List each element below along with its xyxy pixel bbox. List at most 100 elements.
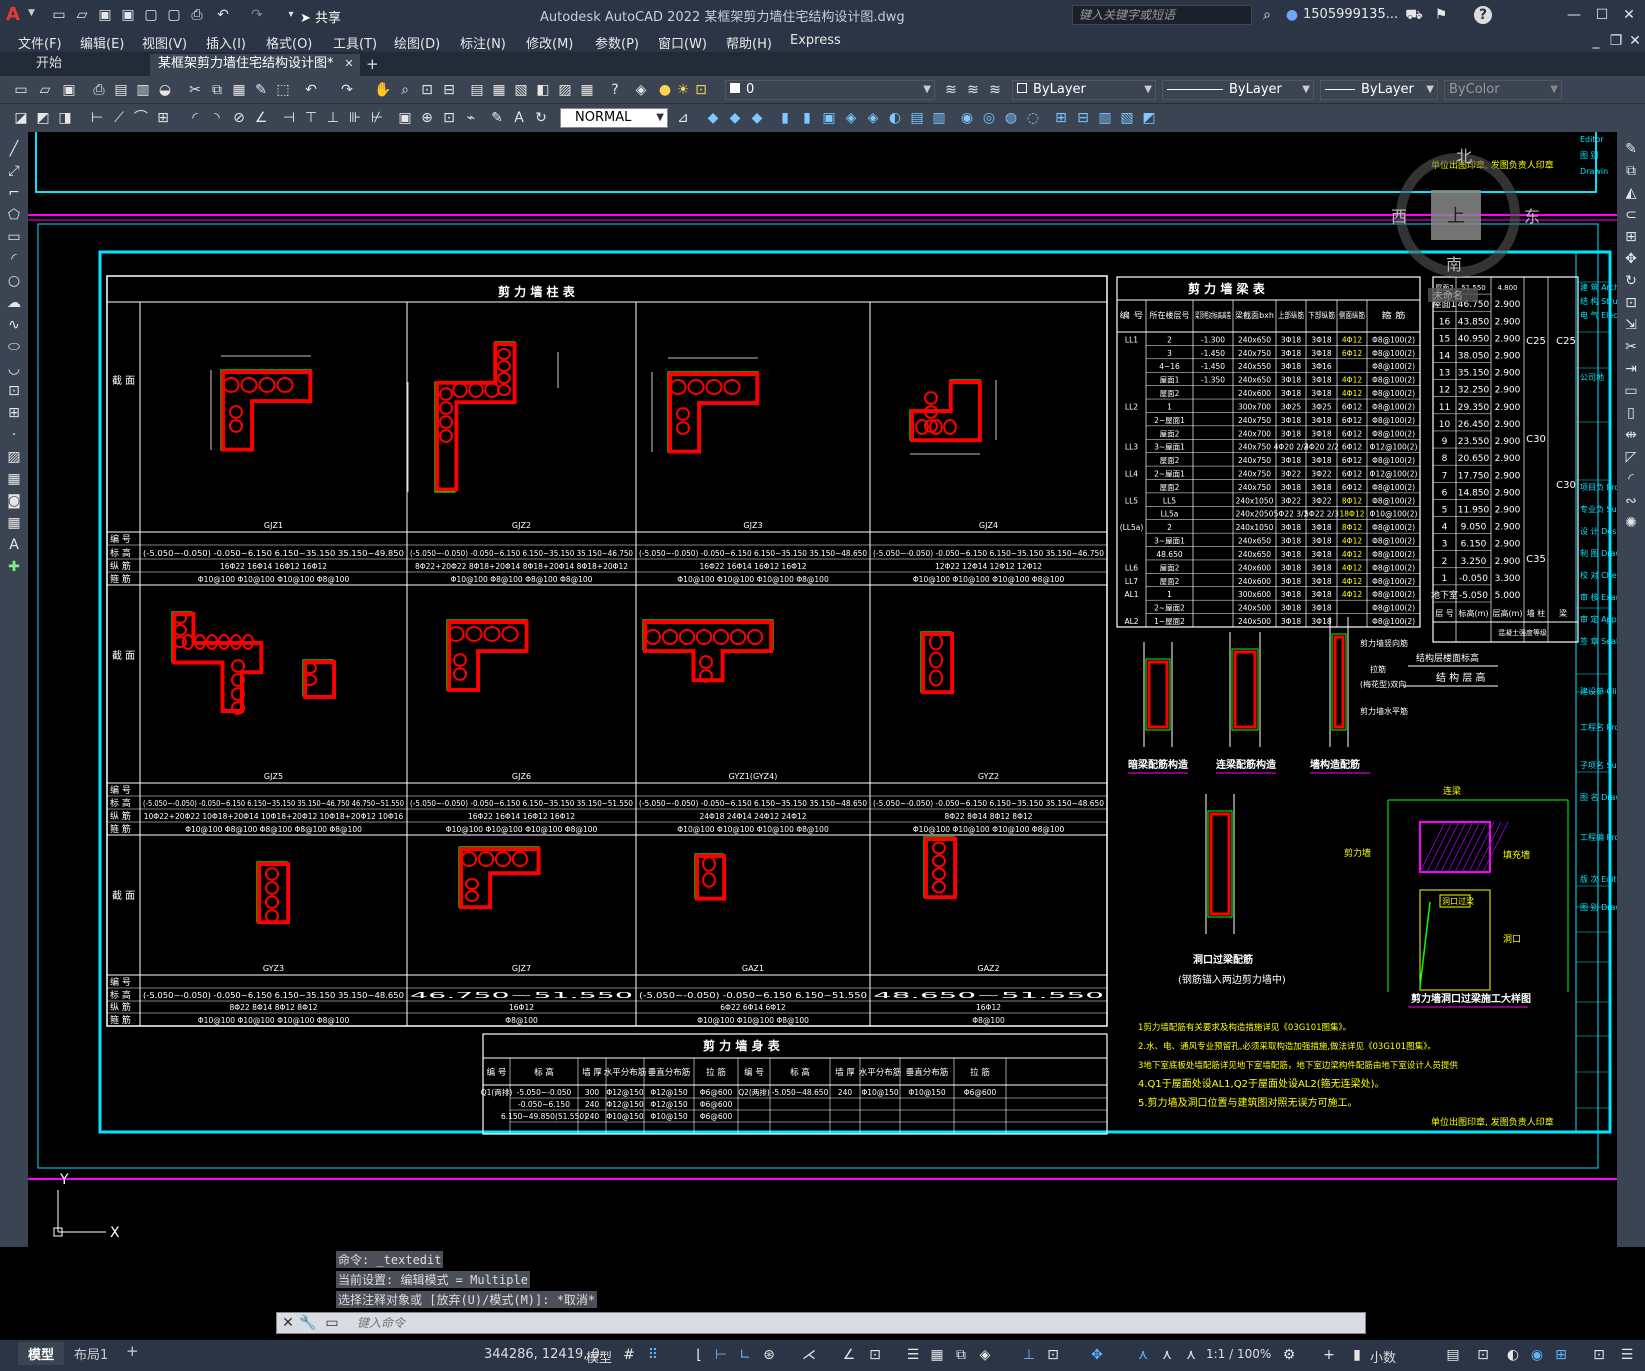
workspace-gear-icon[interactable]: ⚙ xyxy=(1280,1346,1298,1364)
array-icon[interactable]: ⊞ xyxy=(1622,228,1640,246)
dimstyle-icon[interactable]: ⊿ xyxy=(674,109,692,127)
point-icon[interactable]: · xyxy=(5,426,23,444)
lineweight-icon[interactable]: ☰ xyxy=(904,1346,922,1364)
add-selected-icon[interactable]: ✚ xyxy=(5,558,23,576)
minimize-icon[interactable]: — xyxy=(1565,6,1583,24)
help-icon[interactable]: ? xyxy=(1474,6,1492,24)
view-icon-6[interactable]: ▣ xyxy=(820,109,838,127)
menu-parametric[interactable]: 参数(P) xyxy=(595,33,639,52)
viewcube-east[interactable]: 东 xyxy=(1524,207,1540,226)
quick-dim-icon[interactable]: ⊣ xyxy=(280,109,298,127)
view-icon-9[interactable]: ◐ xyxy=(886,109,904,127)
share-button[interactable]: ➤ 共享 xyxy=(300,7,341,26)
wcs-menu[interactable]: 未命名 xyxy=(1433,289,1463,302)
user-name[interactable]: 1505999135... xyxy=(1303,7,1398,22)
toolbar-icon-1[interactable]: ◪ xyxy=(12,109,30,127)
menu-help[interactable]: 帮助(H) xyxy=(726,33,772,52)
menu-draw[interactable]: 绘图(D) xyxy=(394,33,440,52)
grid-icon[interactable]: # xyxy=(620,1346,638,1364)
make-current-icon[interactable]: ≋ xyxy=(942,81,960,99)
plotstyle-dropdown[interactable]: ByColor ▼ xyxy=(1444,80,1562,100)
insert-block-icon[interactable]: ⊡ xyxy=(5,382,23,400)
ordinate-dim-icon[interactable]: ⊞ xyxy=(154,109,172,127)
open-web-icon[interactable]: ▢ xyxy=(142,6,160,24)
selection-cycling-icon[interactable]: ⧉ xyxy=(952,1346,970,1364)
dynamic-input-icon[interactable]: ⊢ xyxy=(712,1346,730,1364)
zoom-window-icon[interactable]: ⊡ xyxy=(418,81,436,99)
save-web-icon[interactable]: ▢ xyxy=(165,6,183,24)
properties-icon[interactable]: ▤ xyxy=(468,81,486,99)
qnew-icon[interactable]: ▭ xyxy=(12,81,30,99)
scale-icon[interactable]: ⊡ xyxy=(1622,294,1640,312)
line-icon[interactable]: ╱ xyxy=(5,140,23,158)
osnap-icon[interactable]: ⊡ xyxy=(866,1346,884,1364)
pan-icon[interactable]: ✋ xyxy=(374,81,392,99)
new-file-icon[interactable]: ▭ xyxy=(50,6,68,24)
spline-icon[interactable]: ∿ xyxy=(5,316,23,334)
layer-properties-icon[interactable]: ◈ xyxy=(632,81,650,99)
ortho-icon[interactable]: ∟ xyxy=(736,1346,754,1364)
view-icon-19[interactable]: ▧ xyxy=(1118,109,1136,127)
clean-screen-icon[interactable]: ⊞ xyxy=(1552,1346,1570,1364)
recent-commands-icon[interactable]: ▭ xyxy=(323,1314,341,1332)
view-icon-12[interactable]: ◉ xyxy=(958,109,976,127)
user-icon[interactable]: ● xyxy=(1283,6,1301,24)
tolerance-icon[interactable]: ▣ xyxy=(396,109,414,127)
add-layout-button[interactable]: + xyxy=(126,1342,139,1360)
mtext-icon[interactable]: A xyxy=(5,536,23,554)
arc-icon[interactable]: ◜ xyxy=(5,250,23,268)
infer-icon[interactable]: ⌊ xyxy=(690,1346,708,1364)
cut-icon[interactable]: ✂ xyxy=(186,81,204,99)
make-block-icon[interactable]: ⊞ xyxy=(5,404,23,422)
polygon-icon[interactable]: ⬠ xyxy=(5,206,23,224)
menu-dimension[interactable]: 标注(N) xyxy=(460,33,506,52)
tab-start[interactable]: 开始 xyxy=(28,54,70,76)
zoom-previous-icon[interactable]: ⊟ xyxy=(440,81,458,99)
save-as-icon[interactable]: ▣ xyxy=(119,6,137,24)
rotate-icon[interactable]: ↻ xyxy=(1622,272,1640,290)
quick-properties-icon[interactable]: ▤ xyxy=(1444,1346,1462,1364)
offset-icon[interactable]: ⊂ xyxy=(1622,206,1640,224)
command-close-icon[interactable]: ✕ xyxy=(279,1314,297,1332)
layer-state-icon[interactable]: ≋ xyxy=(986,81,1004,99)
open-file-icon[interactable]: ▱ xyxy=(73,6,91,24)
tab-drawing[interactable]: 某框架剪力墙住宅结构设计图* xyxy=(150,54,360,76)
view-icon-15[interactable]: ◌ xyxy=(1024,109,1042,127)
join-icon[interactable]: ⇹ xyxy=(1622,426,1640,444)
view-icon-7[interactable]: ◈ xyxy=(842,109,860,127)
stretch-icon[interactable]: ⇲ xyxy=(1622,316,1640,334)
new-tab-button[interactable]: + xyxy=(358,54,387,76)
customize-qat-icon[interactable]: ▾ xyxy=(282,6,300,24)
dim-break-icon[interactable]: ⊬ xyxy=(368,109,386,127)
auto-scale-icon[interactable]: ⋏ xyxy=(1158,1346,1176,1364)
circle-icon[interactable]: ○ xyxy=(5,272,23,290)
search-icon[interactable]: ⌕ xyxy=(1258,6,1276,24)
hatch-icon[interactable]: ▨ xyxy=(5,448,23,466)
polyline-icon[interactable]: ⌐ xyxy=(5,184,23,202)
table-icon[interactable]: ▦ xyxy=(5,514,23,532)
3d-osnap-icon[interactable]: ◈ xyxy=(976,1346,994,1364)
explode-icon[interactable]: ✺ xyxy=(1622,514,1640,532)
view-icon-14[interactable]: ◍ xyxy=(1002,109,1020,127)
menu-edit[interactable]: 编辑(E) xyxy=(80,33,124,52)
dim-update-icon[interactable]: ↻ xyxy=(532,109,550,127)
object-snap-tracking-icon[interactable]: ∠ xyxy=(840,1346,858,1364)
view-icon-1[interactable]: ◆ xyxy=(704,109,722,127)
region-icon[interactable]: ◙ xyxy=(5,492,23,510)
view-icon-16[interactable]: ⊞ xyxy=(1052,109,1070,127)
markup-icon[interactable]: ▨ xyxy=(556,81,574,99)
tab-close-icon[interactable]: ✕ xyxy=(340,55,358,73)
command-input[interactable] xyxy=(357,1314,1357,1332)
help-icon[interactable]: ? xyxy=(606,81,624,99)
toolbar-icon-2[interactable]: ◩ xyxy=(34,109,52,127)
redo-icon[interactable]: ↷ xyxy=(248,6,266,24)
menu-window[interactable]: 窗口(W) xyxy=(658,33,707,52)
annotation-scale-icon[interactable]: ⋏ xyxy=(1182,1346,1200,1364)
copy-icon[interactable]: ⧉ xyxy=(208,81,226,99)
radius-dim-icon[interactable]: ◜ xyxy=(186,109,204,127)
block-editor-icon[interactable]: ⬚ xyxy=(274,81,292,99)
graphics-perf-icon[interactable]: ◉ xyxy=(1528,1346,1546,1364)
angular-dim-icon[interactable]: ∠ xyxy=(252,109,270,127)
maximize-icon[interactable]: ☐ xyxy=(1593,6,1611,24)
zoom-realtime-icon[interactable]: ⌕ xyxy=(396,81,414,99)
